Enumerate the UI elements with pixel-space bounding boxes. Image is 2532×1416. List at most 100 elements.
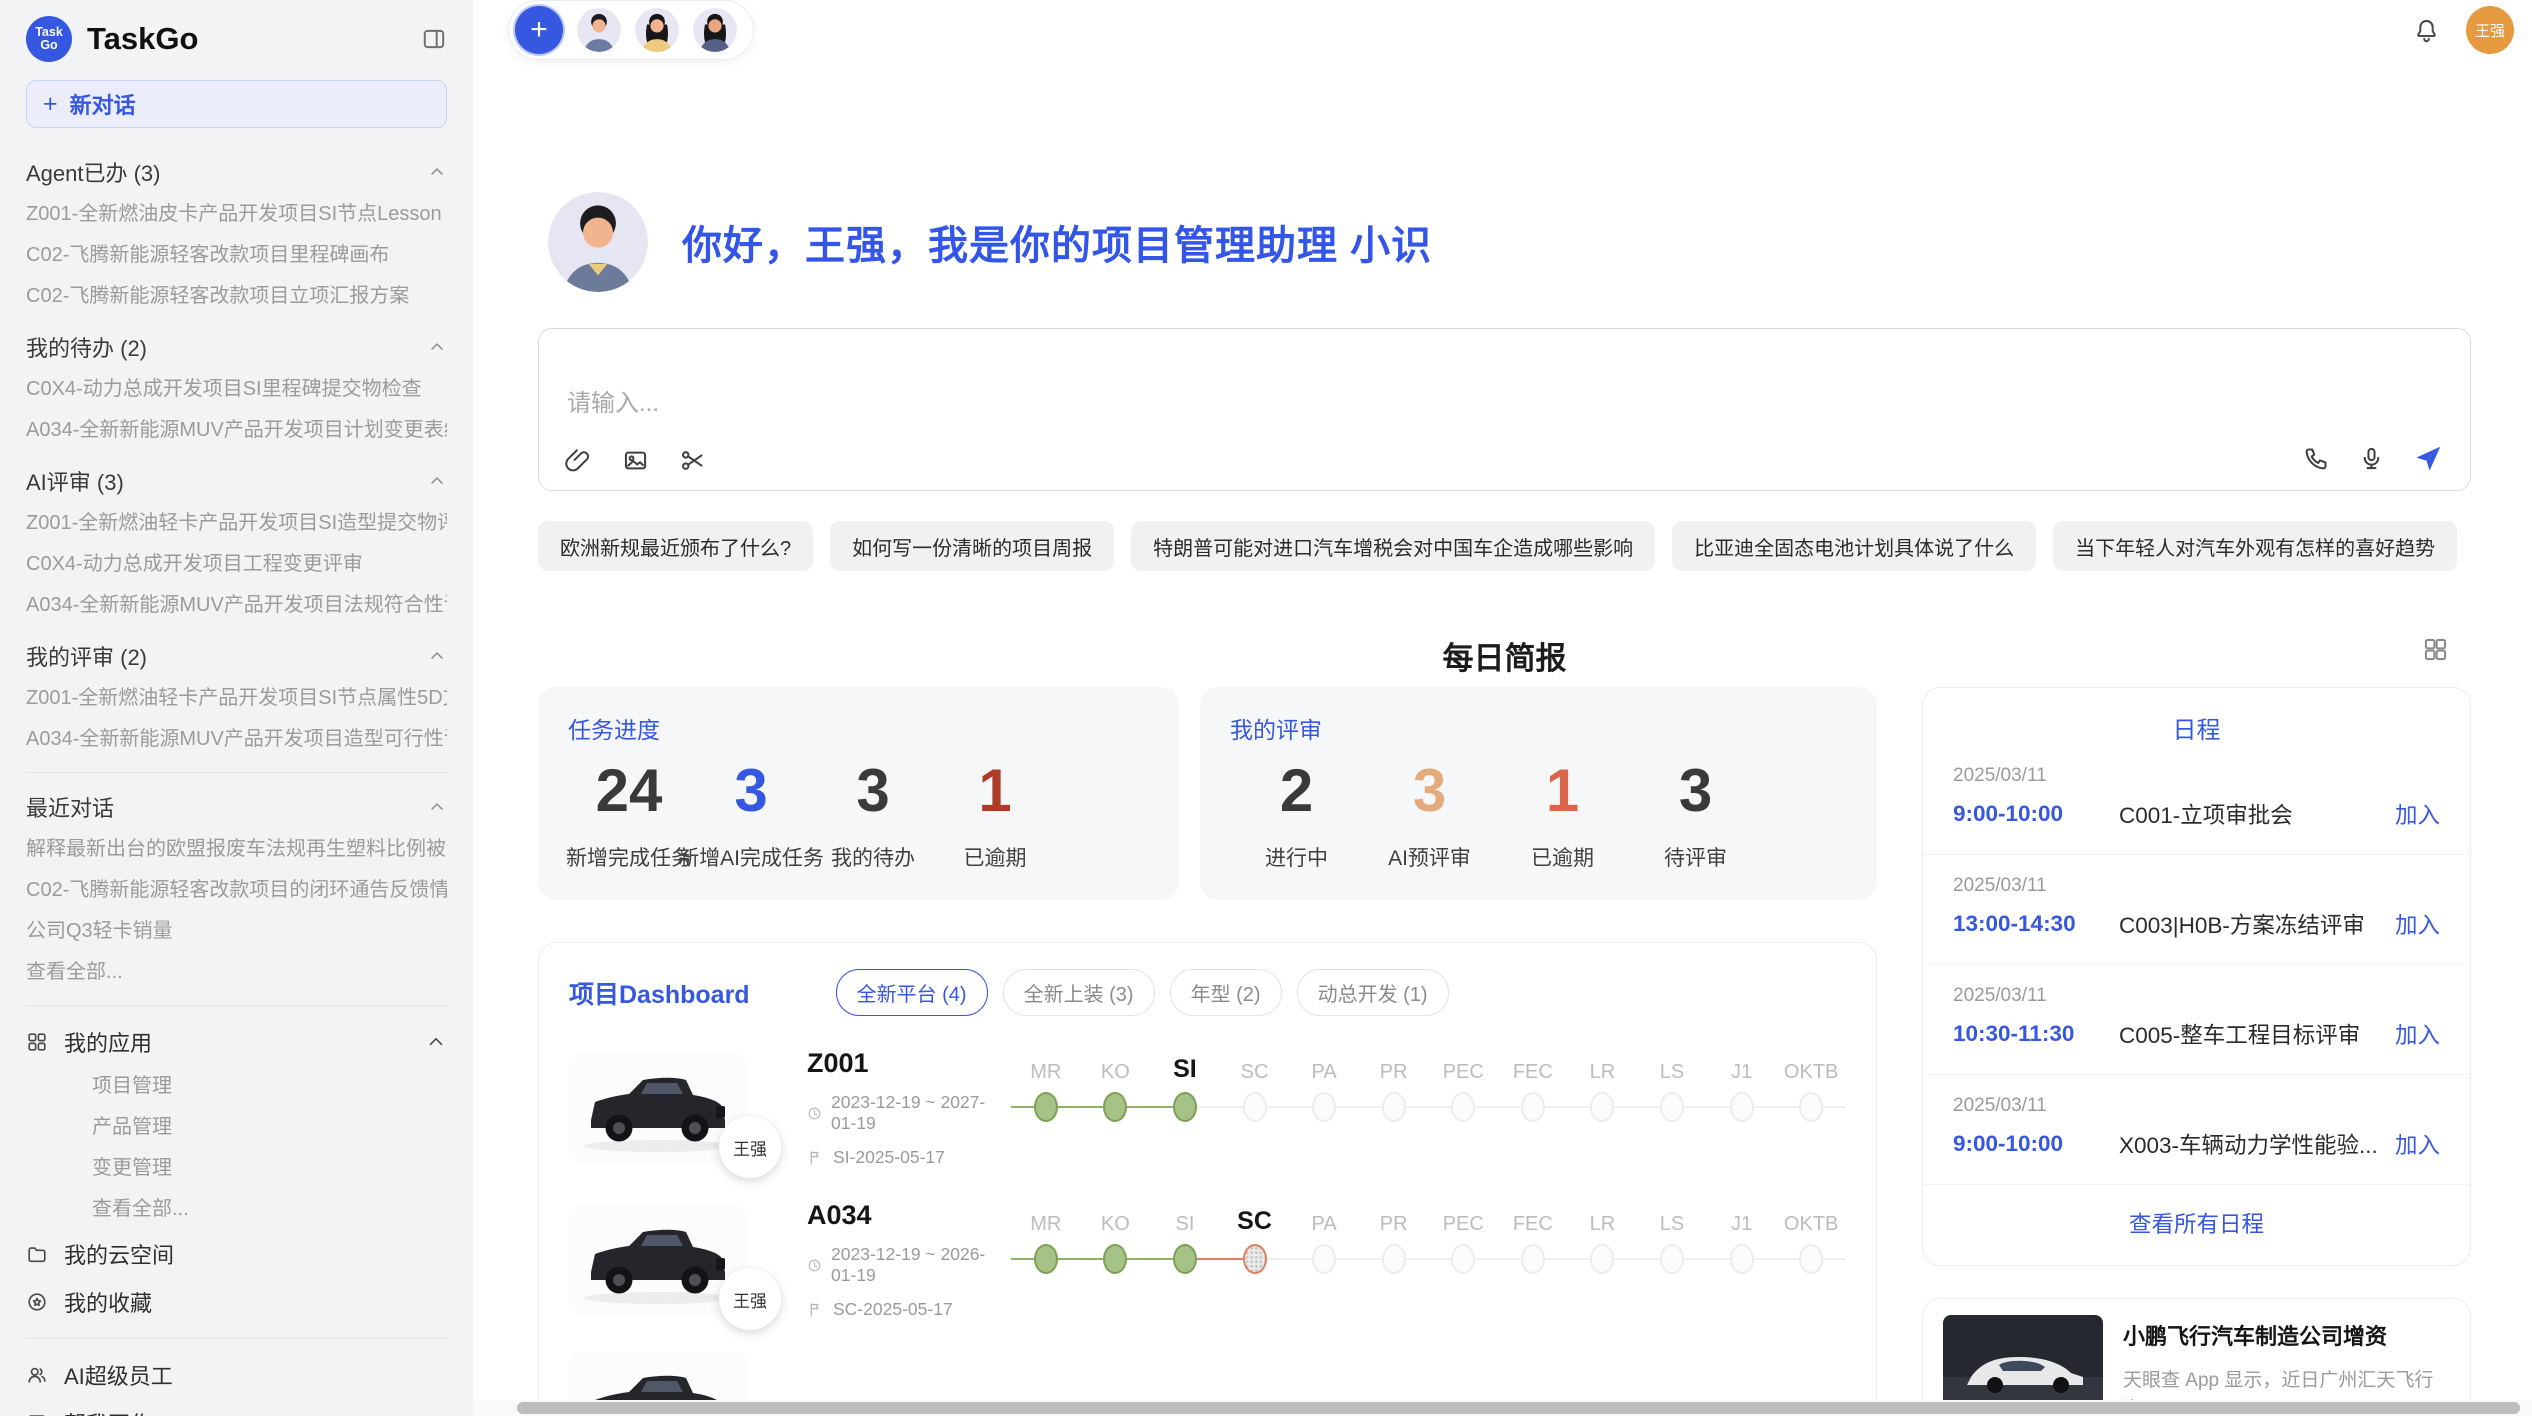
app-link[interactable]: 变更管理 <box>26 1148 447 1189</box>
send-icon[interactable] <box>2413 443 2444 474</box>
divider <box>26 1005 447 1006</box>
milestone-label: PA <box>1312 1050 1337 1084</box>
join-meeting-link[interactable]: 加入 <box>2395 1018 2440 1050</box>
join-meeting-link[interactable]: 加入 <box>2395 908 2440 940</box>
milestone-track: MR KO SI SC <box>1011 1202 1846 1278</box>
layout-grid-icon[interactable] <box>2422 636 2449 663</box>
milestone-label: PEC <box>1443 1050 1484 1084</box>
schedule-title: 日程 <box>1923 710 2470 745</box>
team-member-avatar[interactable] <box>693 8 737 52</box>
stat-value: 24 <box>568 753 690 828</box>
view-all-conversations-link[interactable]: 查看全部... <box>26 952 447 993</box>
stat-card: 我的评审 2 进行中 3 AI预评审 1 已逾期 3 待评审 <box>1200 687 1877 900</box>
project-row[interactable]: 王强 Z001 2023-12-19 ~ 2027-01-19 SI-2025-… <box>569 1048 1846 1168</box>
schedule-entry: 2025/03/11 9:00-10:00 C001-立项审批会 加入 <box>1923 745 2470 855</box>
milestone-node <box>1382 1244 1406 1274</box>
logo-line2: Go <box>40 39 57 52</box>
user-avatar[interactable]: 王强 <box>2466 6 2514 54</box>
image-icon[interactable] <box>622 447 649 474</box>
suggestion-chip[interactable]: 当下年轻人对汽车外观有怎样的喜好趋势 <box>2053 521 2457 571</box>
schedule-date: 2025/03/11 <box>1953 985 2440 1007</box>
microphone-icon[interactable] <box>2358 445 2385 472</box>
divider <box>26 1338 447 1339</box>
milestone-label: SI <box>1173 1050 1197 1084</box>
sidebar-tool[interactable]: 帮我写作 <box>26 1399 447 1416</box>
milestone: LR <box>1568 1050 1638 1126</box>
stat-value: 3 <box>1629 753 1762 828</box>
sidebar-group-header[interactable]: 我的评审 (2) <box>26 634 447 678</box>
sidebar-item-my-apps[interactable]: 我的应用 <box>26 1018 447 1066</box>
chat-input[interactable] <box>565 381 2444 429</box>
news-card[interactable]: 小鹏飞行汽车制造公司增资 天眼查 App 显示，近日广州汇天飞行汽... <box>1922 1298 2471 1416</box>
sidebar-item[interactable]: A034-全新新能源MUV产品开发项目法规符合性评审 <box>26 585 447 626</box>
dashboard-filter[interactable]: 年型 (2) <box>1170 969 1282 1016</box>
dashboard-filter[interactable]: 全新平台 (4) <box>836 969 988 1016</box>
dashboard-filter[interactable]: 动总开发 (1) <box>1297 969 1449 1016</box>
suggestion-chip[interactable]: 比亚迪全固态电池计划具体说了什么 <box>1672 521 2036 571</box>
horizontal-scrollbar-thumb[interactable] <box>517 1402 2520 1414</box>
team-avatars <box>577 8 737 52</box>
view-all-apps-link[interactable]: 查看全部... <box>26 1189 447 1230</box>
sidebar-item[interactable]: C0X4-动力总成开发项目SI里程碑提交物检查 <box>26 369 447 410</box>
suggestion-chip[interactable]: 欧洲新规最近颁布了什么? <box>538 521 813 571</box>
join-meeting-link[interactable]: 加入 <box>2395 798 2440 830</box>
new-chat-button[interactable]: + 新对话 <box>26 80 447 128</box>
sidebar-item[interactable]: A034-全新新能源MUV产品开发项目造型可行性评审 <box>26 719 447 760</box>
add-session-button[interactable]: + <box>515 6 563 54</box>
app-link[interactable]: 产品管理 <box>26 1107 447 1148</box>
milestone-label: MR <box>1030 1050 1061 1084</box>
sidebar-item[interactable]: 公司Q3轻卡销量 <box>26 911 447 952</box>
milestone: SI <box>1150 1202 1220 1278</box>
composer <box>538 328 2471 491</box>
paperclip-icon[interactable] <box>565 447 592 474</box>
milestone: J1 <box>1707 1202 1777 1278</box>
join-meeting-link[interactable]: 加入 <box>2395 1128 2440 1160</box>
divider <box>26 772 447 773</box>
briefing-title: 每日简报 <box>538 633 2471 678</box>
stat-label: 已逾期 <box>910 842 1080 872</box>
scissors-icon[interactable] <box>679 447 706 474</box>
milestone-node <box>1312 1244 1336 1274</box>
project-info: A034 2023-12-19 ~ 2026-01-19 SC-2025-05-… <box>807 1200 1007 1320</box>
milestone: PEC <box>1428 1050 1498 1126</box>
dashboard-filter[interactable]: 全新上装 (3) <box>1003 969 1155 1016</box>
milestone-node <box>1660 1244 1684 1274</box>
project-flag: SC-2025-05-17 <box>833 1299 953 1320</box>
project-row[interactable]: 王强 A034 2023-12-19 ~ 2026-01-19 SC-2025-… <box>569 1200 1846 1320</box>
sidebar-group-header-recent[interactable]: 最近对话 <box>26 785 447 829</box>
phone-call-icon[interactable] <box>2303 445 2330 472</box>
sidebar-item-favorites[interactable]: 我的收藏 <box>26 1278 447 1326</box>
milestone-label: LR <box>1590 1202 1616 1236</box>
milestone-label: LR <box>1590 1050 1616 1084</box>
team-member-avatar[interactable] <box>577 8 621 52</box>
sidebar-group-header[interactable]: Agent已办 (3) <box>26 150 447 194</box>
sidebar-item[interactable]: C0X4-动力总成开发项目工程变更评审 <box>26 544 447 585</box>
sidebar-item[interactable]: 解释最新出台的欧盟报废车法规再生塑料比例被调至15%... <box>26 829 447 870</box>
view-all-schedule-link[interactable]: 查看所有日程 <box>1923 1185 2470 1265</box>
sidebar-item[interactable]: C02-飞腾新能源轻客改款项目的闭环通告反馈情况 <box>26 870 447 911</box>
suggestion-chip[interactable]: 如何写一份清晰的项目周报 <box>830 521 1114 571</box>
schedule-card: 日程 2025/03/11 9:00-10:00 C001-立项审批会 加入 2… <box>1922 687 2471 1266</box>
sidebar-item[interactable]: C02-飞腾新能源轻客改款项目里程碑画布 <box>26 235 447 276</box>
sidebar-tool[interactable]: AI超级员工 <box>26 1351 447 1399</box>
suggestion-chip[interactable]: 特朗普可能对进口汽车增税会对中国车企造成哪些影响 <box>1131 521 1655 571</box>
sidebar-item[interactable]: A034-全新新能源MUV产品开发项目计划变更表编写 <box>26 410 447 451</box>
sidebar-item[interactable]: Z001-全新燃油轻卡产品开发项目SI造型提交物评审 <box>26 503 447 544</box>
sidebar-item[interactable]: Z001-全新燃油轻卡产品开发项目SI节点属性5D文件评审 <box>26 678 447 719</box>
sidebar-item[interactable]: C02-飞腾新能源轻客改款项目立项汇报方案 <box>26 276 447 317</box>
collapse-sidebar-icon[interactable] <box>421 26 447 52</box>
team-member-avatar[interactable] <box>635 8 679 52</box>
milestone: KO <box>1081 1050 1151 1126</box>
sidebar-item-cloud-space[interactable]: 我的云空间 <box>26 1230 447 1278</box>
stat-card: 任务进度 24 新增完成任务 3 新增AI完成任务 3 我的待办 1 已逾期 <box>538 687 1179 900</box>
milestone-label: SI <box>1175 1202 1194 1236</box>
sidebar-group-header[interactable]: AI评审 (3) <box>26 459 447 503</box>
sidebar-group-header[interactable]: 我的待办 (2) <box>26 325 447 369</box>
milestone-node <box>1521 1092 1545 1122</box>
app-link[interactable]: 项目管理 <box>26 1066 447 1107</box>
milestone: SC <box>1220 1050 1290 1126</box>
chevron-up-icon <box>427 162 447 182</box>
notification-bell-icon[interactable] <box>2413 17 2440 44</box>
schedule-time: 9:00-10:00 <box>1953 1131 2111 1157</box>
sidebar-item[interactable]: Z001-全新燃油皮卡产品开发项目SI节点Lesson Learn报告 <box>26 194 447 235</box>
